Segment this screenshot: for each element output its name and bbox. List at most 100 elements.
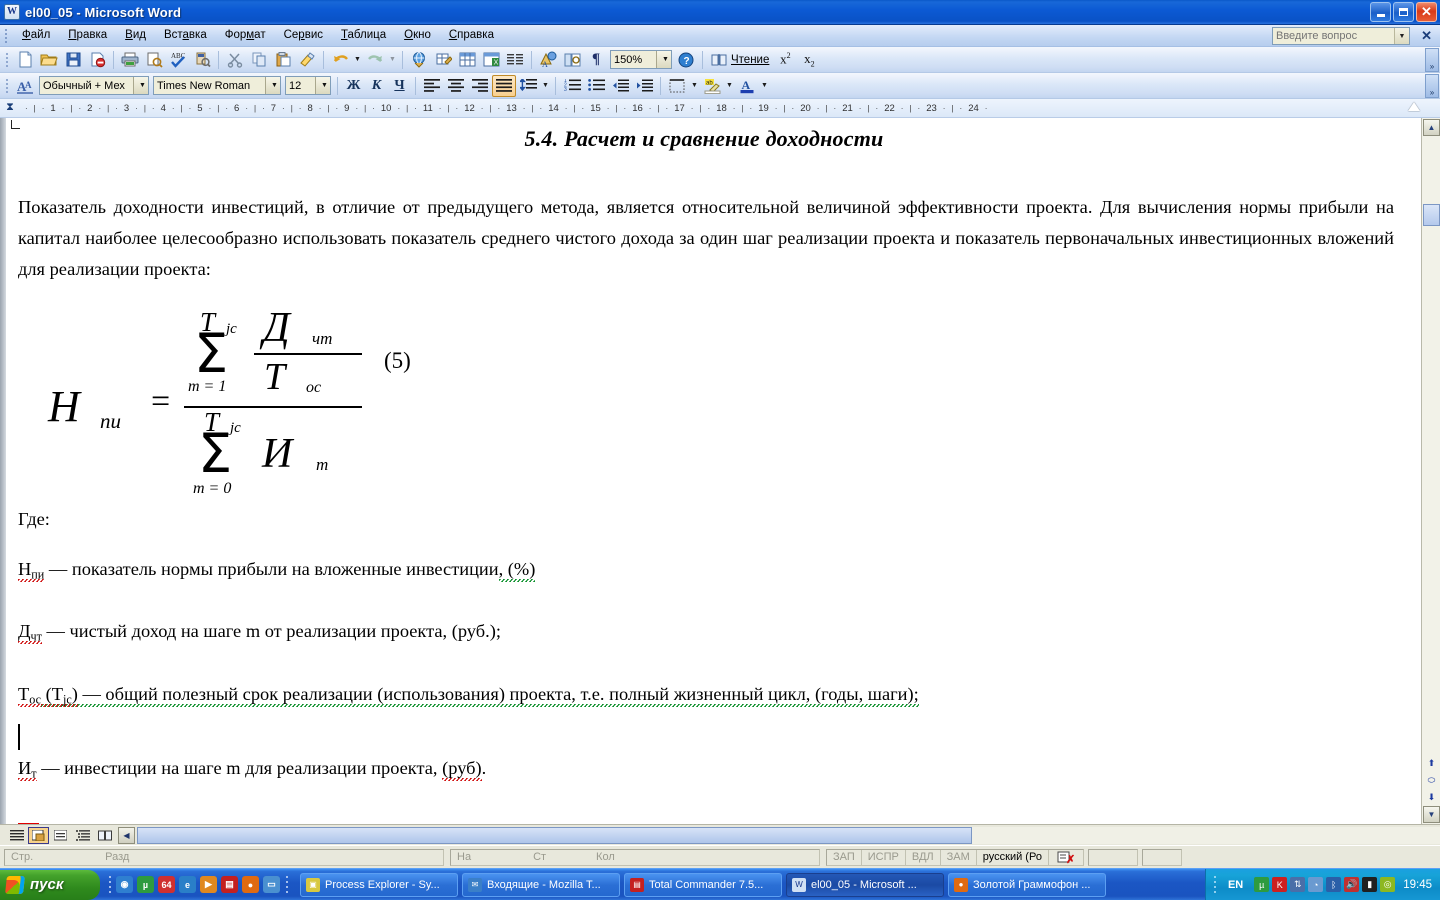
ql-item-1-icon[interactable]: ◉ — [116, 876, 133, 893]
redo-dropdown-icon[interactable]: ▼ — [387, 49, 398, 71]
task-area-grip[interactable] — [283, 873, 290, 897]
taskbar-clock[interactable]: 19:45 — [1403, 879, 1432, 891]
menu-item-view[interactable]: Вид — [116, 27, 155, 44]
tray-bluetooth-icon[interactable]: ᛒ — [1326, 877, 1342, 892]
menu-item-format[interactable]: Формат — [216, 27, 275, 44]
columns-icon[interactable] — [503, 49, 527, 71]
ql-media-player-icon[interactable]: ▶ — [200, 876, 217, 893]
line-spacing-dropdown-icon[interactable]: ▼ — [540, 75, 551, 97]
menu-item-window[interactable]: Окно — [395, 27, 440, 44]
align-center-icon[interactable] — [444, 75, 468, 97]
research-icon[interactable] — [190, 49, 214, 71]
standard-toolbar-grip[interactable] — [2, 49, 11, 71]
decrease-indent-icon[interactable] — [608, 75, 632, 97]
font-color-icon[interactable]: A — [735, 75, 759, 97]
tray-volume-icon[interactable]: 🔊 — [1344, 877, 1360, 892]
zoom-dropdown-icon[interactable]: ▼ — [656, 51, 671, 68]
horizontal-scroll-track[interactable] — [972, 826, 1440, 844]
status-rec-toggle[interactable]: ЗАП — [827, 849, 861, 865]
ql-utorrent-icon[interactable]: µ — [137, 876, 154, 893]
undo-icon[interactable] — [328, 49, 352, 71]
insert-excel-sheet-icon[interactable]: X — [479, 49, 503, 71]
zoom-combo[interactable]: 150% ▼ — [610, 50, 672, 69]
ql-total-commander-icon[interactable]: ▤ — [221, 876, 238, 893]
spelling-check-icon[interactable]: ABC — [166, 49, 190, 71]
ql-internet-explorer-icon[interactable]: e — [179, 876, 196, 893]
vertical-scrollbar[interactable]: ▲ ⬆ ⬭ ⬇ ▼ — [1421, 118, 1440, 824]
italic-button[interactable]: К — [365, 75, 388, 97]
font-combo[interactable]: Times New Roman ▼ — [153, 76, 281, 95]
ql-64-icon[interactable]: 64 — [158, 876, 175, 893]
line-spacing-icon[interactable] — [516, 75, 540, 97]
menu-item-help[interactable]: Справка — [440, 27, 503, 44]
start-button[interactable]: пуск — [0, 869, 100, 900]
document-map-icon[interactable] — [560, 49, 584, 71]
outline-view-icon[interactable] — [72, 827, 93, 844]
mail-recipient-icon[interactable] — [85, 49, 109, 71]
tray-network-icon[interactable]: ⇅ — [1290, 877, 1306, 892]
drawing-icon[interactable]: A — [536, 49, 560, 71]
highlight-dropdown-icon[interactable]: ▼ — [724, 75, 735, 97]
language-indicator[interactable]: EN — [1228, 879, 1243, 891]
scroll-up-button[interactable]: ▲ — [1423, 119, 1440, 136]
document-page[interactable]: 5.4. Расчет и сравнение доходности Показ… — [6, 118, 1402, 824]
increase-indent-icon[interactable] — [632, 75, 656, 97]
highlight-icon[interactable]: ab — [700, 75, 724, 97]
menu-item-file[interactable]: Файл — [13, 27, 59, 44]
format-painter-brush-icon[interactable] — [295, 49, 319, 71]
tray-clock-sync-icon[interactable]: ◔ — [1308, 877, 1324, 892]
bulleted-list-icon[interactable] — [584, 75, 608, 97]
ask-a-question-input[interactable] — [1273, 29, 1385, 43]
document-area[interactable]: 5.4. Расчет и сравнение доходности Показ… — [0, 118, 1440, 824]
task-media[interactable]: ● Золотой Граммофон ... — [948, 872, 1106, 897]
font-size-combo[interactable]: 12 ▼ — [285, 76, 331, 95]
ql-show-desktop-icon[interactable]: ▭ — [263, 876, 280, 893]
scroll-down-button[interactable]: ▼ — [1423, 806, 1440, 823]
help-question-icon[interactable]: ? — [674, 49, 698, 71]
menu-item-edit[interactable]: Правка — [59, 27, 116, 44]
tray-monitor-icon[interactable]: ▮ — [1362, 877, 1378, 892]
status-trk-toggle[interactable]: ИСПР — [862, 849, 905, 865]
undo-dropdown-icon[interactable]: ▼ — [352, 49, 363, 71]
status-ovr-toggle[interactable]: ЗАМ — [941, 849, 976, 865]
numbered-list-icon[interactable]: 123 — [560, 75, 584, 97]
bold-button[interactable]: Ж — [342, 75, 365, 97]
select-browse-object-button[interactable]: ⬭ — [1423, 772, 1440, 788]
menu-bar-grip[interactable] — [2, 27, 10, 45]
tab-stop-icon[interactable]: ⧗ — [2, 100, 18, 116]
ask-dropdown-icon[interactable]: ▼ — [1394, 28, 1409, 44]
previous-page-button[interactable]: ⬆ — [1423, 755, 1440, 771]
save-disk-icon[interactable] — [61, 49, 85, 71]
print-layout-view-icon[interactable] — [28, 826, 49, 844]
show-formatting-marks-icon[interactable]: ¶ — [584, 49, 608, 71]
new-document-icon[interactable] — [13, 49, 37, 71]
tray-utorrent-icon[interactable]: µ — [1254, 877, 1270, 892]
task-word[interactable]: Wel00_05 - Microsoft ... — [786, 872, 944, 897]
align-right-icon[interactable] — [468, 75, 492, 97]
align-justify-icon[interactable] — [492, 74, 516, 97]
web-layout-view-icon[interactable] — [50, 827, 71, 844]
status-language[interactable]: русский (Ро — [977, 849, 1048, 865]
spelling-status-icon[interactable]: ✗ — [1049, 850, 1083, 864]
minimize-button[interactable] — [1370, 2, 1391, 22]
tables-borders-icon[interactable] — [431, 49, 455, 71]
font-size-dropdown-icon[interactable]: ▼ — [315, 77, 330, 94]
align-left-icon[interactable] — [420, 75, 444, 97]
task-total-commander[interactable]: ▤ Total Commander 7.5... — [624, 872, 782, 897]
copy-icon[interactable] — [247, 49, 271, 71]
status-ext-toggle[interactable]: ВДЛ — [906, 849, 940, 865]
window-title-bar[interactable]: W el00_05 - Microsoft Word ✕ — [0, 0, 1440, 25]
standard-toolbar-overflow[interactable]: » — [1425, 47, 1439, 72]
reading-layout-view-icon[interactable] — [94, 827, 115, 844]
right-indent-marker[interactable] — [1408, 102, 1420, 111]
font-dropdown-icon[interactable]: ▼ — [265, 77, 280, 94]
menu-item-table[interactable]: Таблица — [332, 27, 395, 44]
close-button[interactable]: ✕ — [1416, 2, 1437, 22]
style-dropdown-icon[interactable]: ▼ — [133, 77, 148, 94]
styles-formatting-icon[interactable]: AA — [13, 75, 37, 97]
quick-launch-grip[interactable] — [106, 873, 113, 897]
scroll-left-button[interactable]: ◀ — [118, 826, 135, 844]
formatting-toolbar-overflow[interactable]: » — [1425, 73, 1439, 98]
horizontal-scroll-thumb[interactable] — [137, 826, 972, 844]
task-thunderbird[interactable]: ✉ Входящие - Mozilla T... — [462, 872, 620, 897]
